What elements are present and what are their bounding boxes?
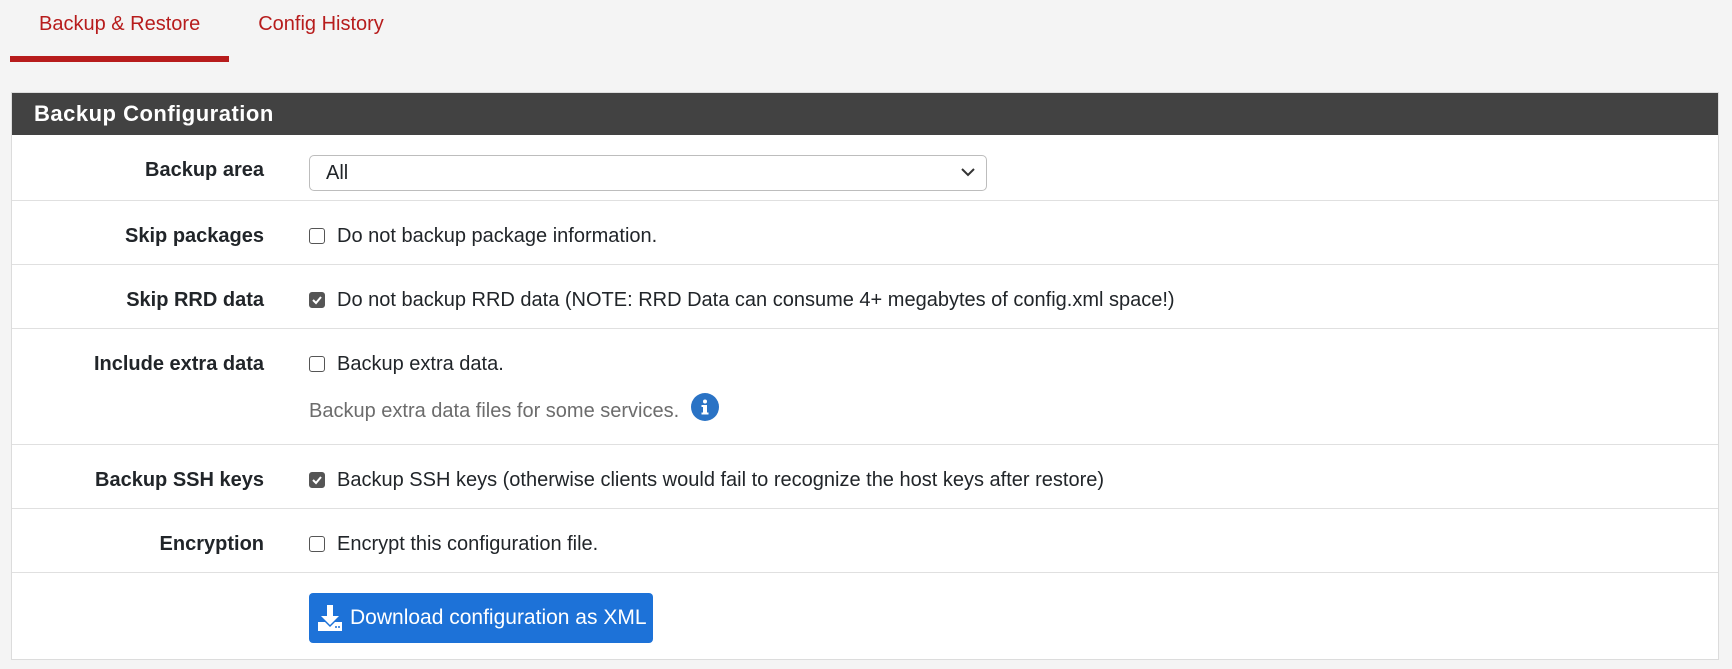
tab-bar: Backup & Restore Config History [10, 0, 413, 62]
info-glyph-icon [701, 399, 709, 415]
download-xml-button[interactable]: Download configuration as XML [309, 593, 653, 643]
backup-area-label: Backup area [145, 159, 264, 181]
skip-rrd-control: Do not backup RRD data (NOTE: RRD Data c… [309, 289, 1175, 312]
ssh-keys-checkbox[interactable] [309, 472, 325, 488]
encryption-control: Encrypt this configuration file. [309, 533, 598, 556]
download-icon [318, 605, 342, 631]
row-encryption: Encryption Encrypt this configuration fi… [12, 509, 1718, 573]
extra-data-control: Backup extra data. [309, 353, 504, 376]
backup-area-selected-value: All [326, 162, 349, 184]
encryption-text: Encrypt this configuration file. [337, 533, 599, 555]
skip-rrd-checkbox[interactable] [309, 292, 325, 308]
ssh-keys-label: Backup SSH keys [95, 469, 264, 491]
row-skip-rrd: Skip RRD data Do not backup RRD data (NO… [12, 265, 1718, 329]
ssh-keys-text: Backup SSH keys (otherwise clients would… [337, 469, 1105, 491]
skip-packages-text: Do not backup package information. [337, 225, 658, 247]
skip-packages-checkbox[interactable] [309, 228, 325, 244]
tab-backup-restore[interactable]: Backup & Restore [10, 0, 230, 62]
extra-data-checkbox[interactable] [309, 356, 325, 372]
backup-area-select[interactable]: All [309, 155, 987, 191]
skip-packages-label: Skip packages [125, 225, 264, 247]
ssh-keys-control: Backup SSH keys (otherwise clients would… [309, 469, 1104, 492]
panel-title: Backup Configuration [12, 93, 1718, 135]
encryption-checkbox[interactable] [309, 536, 325, 552]
row-include-extra-data: Include extra data Backup extra data. Ba… [12, 329, 1718, 445]
info-icon[interactable] [691, 393, 720, 421]
extra-data-label: Include extra data [93, 353, 264, 375]
extra-data-text: Backup extra data. [337, 353, 504, 375]
skip-rrd-text: Do not backup RRD data (NOTE: RRD Data c… [337, 289, 1175, 311]
skip-packages-control: Do not backup package information. [309, 225, 657, 248]
row-backup-ssh-keys: Backup SSH keys Backup SSH keys (otherwi… [12, 445, 1718, 509]
download-button-label: Download configuration as XML [350, 606, 647, 629]
encryption-label: Encryption [159, 533, 264, 555]
chevron-down-icon [961, 168, 975, 177]
backup-configuration-panel: Backup Configuration Backup area All Ski… [11, 92, 1719, 660]
row-skip-packages: Skip packages Do not backup package info… [12, 201, 1718, 265]
skip-rrd-label: Skip RRD data [126, 289, 264, 311]
row-download: Download configuration as XML [12, 573, 1718, 659]
extra-data-help-line: Backup extra data files for some service… [309, 393, 720, 423]
row-backup-area: Backup area All [12, 135, 1718, 201]
checkmark-icon [312, 476, 322, 485]
extra-data-help-text: Backup extra data files for some service… [309, 400, 680, 422]
tab-config-history[interactable]: Config History [229, 0, 413, 62]
checkmark-icon [312, 296, 322, 305]
